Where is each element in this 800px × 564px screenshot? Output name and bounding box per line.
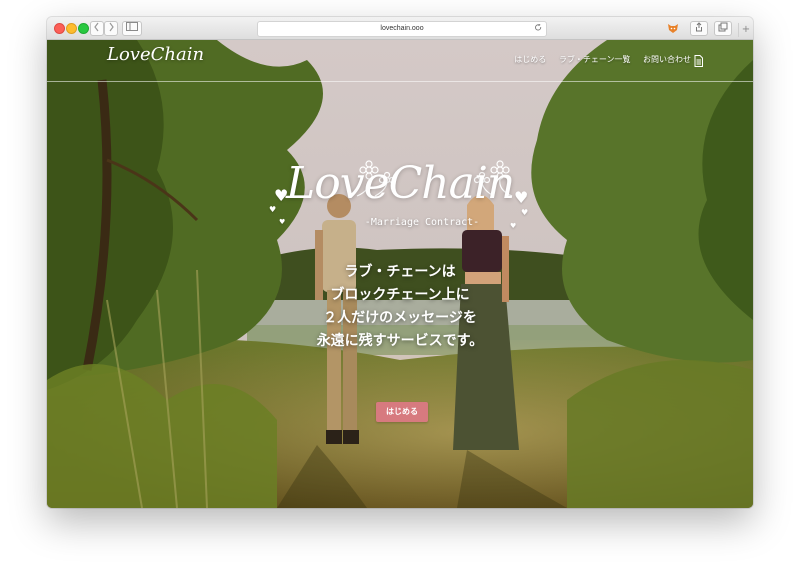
chevron-right-icon [109,22,114,32]
address-bar[interactable]: lovechain.ooo [257,21,547,37]
extension-button[interactable] [667,20,679,39]
reload-button[interactable] [535,22,542,36]
document-icon [694,55,703,67]
fox-extension-icon [668,24,678,33]
nav-item-contact[interactable]: お問い合わせ [643,55,691,64]
hero-subtitle: -Marriage Contract- [364,217,480,228]
hero-logo: LoveChain [286,158,515,209]
heart-icon: ♥ [279,218,286,226]
back-button[interactable] [90,21,104,36]
url-text: lovechain.ooo [380,25,424,32]
page-viewport: LoveChain はじめる ラブ・チェーン一覧 お問い合わせ ♥ ♥ ♥ ♥ … [47,40,753,508]
start-button[interactable]: はじめる [376,402,428,422]
header-divider [47,81,753,82]
heart-icon: ♥ [269,205,277,214]
hero-copy-line-4: 永遠に残すサービスです。 [316,333,484,349]
new-tab-button[interactable]: + [738,23,753,37]
nav-item-start[interactable]: はじめる [514,55,546,64]
nav-item-lovechain-list[interactable]: ラブ・チェーン一覧 [559,55,631,64]
hero-copy-line-3: ２人だけのメッセージを [323,310,477,326]
sidebar-icon [126,22,138,31]
hero-copy-line-2: ブロックチェーン上に [330,287,470,303]
heart-icon: ♥ [510,222,517,230]
heart-icon: ♥ [514,188,529,207]
sidebar-button[interactable] [122,21,142,36]
site-logo[interactable]: LoveChain [107,44,204,65]
site-nav: はじめる ラブ・チェーン一覧 お問い合わせ [504,54,691,65]
minimize-window-button[interactable] [66,23,77,34]
share-button[interactable] [690,21,708,36]
browser-window: lovechain.ooo + LoveChain はじめる ラブ・チェーン一覧… [47,17,753,508]
zoom-window-button[interactable] [78,23,89,34]
reload-icon [535,23,542,31]
tabs-overview-button[interactable] [714,21,732,36]
tabs-icon [718,22,728,32]
share-icon [696,22,702,32]
browser-toolbar: lovechain.ooo + [47,17,753,40]
close-window-button[interactable] [54,23,65,34]
forward-button[interactable] [104,21,118,36]
heart-icon: ♥ [521,208,529,217]
document-button[interactable] [694,52,703,71]
chevron-left-icon [94,22,99,32]
hero-copy-line-1: ラブ・チェーンは [344,264,456,280]
